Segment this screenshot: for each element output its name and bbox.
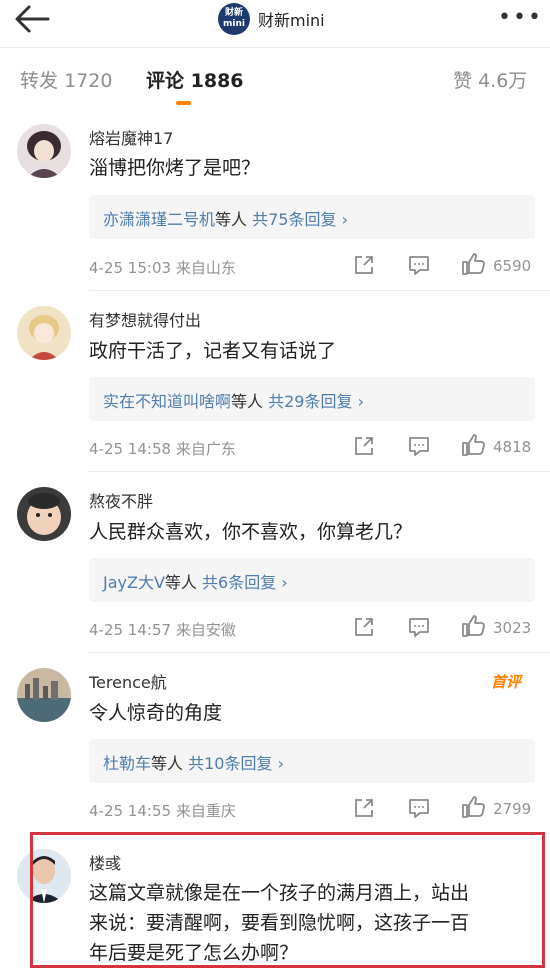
tab-likes-label: 赞 xyxy=(453,70,473,92)
reply-summary[interactable]: 实在不知道叫啥啊等人 共29条回复 › xyxy=(89,377,535,421)
reply-suffix: 等人 xyxy=(164,573,197,592)
comment-meta: 4-25 14:55 来自重庆 xyxy=(89,800,236,821)
tab-comments[interactable]: 评论 1886 xyxy=(146,66,244,93)
comment-time: 4-25 15:03 xyxy=(89,259,172,277)
comment-text: 淄博把你烤了是吧？ xyxy=(89,157,261,179)
like-count: 4818 xyxy=(493,438,532,456)
active-tab-indicator xyxy=(176,101,191,105)
reply-users[interactable]: 实在不知道叫啥啊 xyxy=(103,392,231,411)
reply-summary-text: JayZ大V等人 共6条回复 › xyxy=(103,569,288,593)
tab-repost[interactable]: 转发 1720 xyxy=(20,66,112,93)
reply-summary[interactable]: JayZ大V等人 共6条回复 › xyxy=(89,558,535,602)
comment-icon[interactable] xyxy=(408,798,430,818)
reply-summary[interactable]: 杜勒车等人 共10条回复 › xyxy=(89,739,535,783)
first-comment-badge: 首评 xyxy=(491,673,522,691)
share-icon[interactable] xyxy=(353,616,375,638)
reply-users[interactable]: 亦潇潇瑾二号机 xyxy=(103,210,215,229)
comment-icon[interactable] xyxy=(408,255,430,275)
tab-likes-count: 4.6万 xyxy=(478,70,528,92)
avatar[interactable] xyxy=(17,306,71,360)
comment-username[interactable]: 熬夜不胖 xyxy=(89,488,153,512)
like-count: 3023 xyxy=(493,619,532,637)
chevron-right-icon: › xyxy=(352,392,364,411)
back-arrow-icon[interactable] xyxy=(12,4,52,34)
tab-comments-label: 评论 xyxy=(146,70,185,92)
avatar[interactable] xyxy=(17,124,71,178)
comment-username[interactable]: 有梦想就得付出 xyxy=(89,307,201,331)
like-icon[interactable] xyxy=(461,615,485,637)
like-icon[interactable] xyxy=(461,434,485,456)
comment-username[interactable]: 熔岩魔神17 xyxy=(89,125,173,149)
app-logo-icon: 财新 mini xyxy=(218,3,250,35)
tab-comments-count: 1886 xyxy=(190,70,244,92)
highlight-box xyxy=(30,832,545,968)
app-title: 财新mini xyxy=(258,11,325,30)
comment-location: 来自广东 xyxy=(175,440,236,458)
like-count: 6590 xyxy=(493,257,532,275)
comment-text: 令人惊奇的角度 xyxy=(89,702,223,724)
reply-suffix: 等人 xyxy=(151,754,184,773)
avatar-cityscape-icon xyxy=(17,668,71,722)
reply-users[interactable]: 杜勒车 xyxy=(103,754,151,773)
comment-time: 4-25 14:55 xyxy=(89,802,172,820)
comment-time: 4-25 14:57 xyxy=(89,621,172,639)
avatar[interactable] xyxy=(17,487,71,541)
like-icon[interactable] xyxy=(461,253,485,275)
comment-divider xyxy=(89,471,550,472)
reply-users[interactable]: JayZ大V xyxy=(103,573,165,592)
reply-count[interactable]: 共6条回复 xyxy=(202,573,276,592)
comment-location: 来自安徽 xyxy=(175,621,236,639)
comment-username[interactable]: Terence航 xyxy=(89,669,167,693)
avatar-cartoon-icon xyxy=(17,306,71,360)
reply-count[interactable]: 共29条回复 xyxy=(268,392,352,411)
reply-summary-text: 杜勒车等人 共10条回复 › xyxy=(103,750,284,774)
comment-location: 来自山东 xyxy=(175,259,236,277)
share-icon[interactable] xyxy=(353,254,375,276)
reply-suffix: 等人 xyxy=(215,210,248,229)
reply-summary-text: 实在不知道叫啥啊等人 共29条回复 › xyxy=(103,388,364,412)
comment-icon[interactable] xyxy=(408,436,430,456)
comment-text: 人民群众喜欢，你不喜欢，你算老几？ xyxy=(89,521,413,543)
comment-meta: 4-25 14:57 来自安徽 xyxy=(89,619,236,640)
reply-summary-text: 亦潇潇瑾二号机等人 共75条回复 › xyxy=(103,206,348,230)
more-options-icon[interactable]: ••• xyxy=(498,5,543,30)
share-icon[interactable] xyxy=(353,435,375,457)
comment-divider xyxy=(89,652,550,653)
comment-meta: 4-25 15:03 来自山东 xyxy=(89,257,236,278)
avatar-baby-icon xyxy=(17,487,71,541)
avatar-anime-icon xyxy=(17,124,71,178)
chevron-right-icon: › xyxy=(276,573,288,592)
comment-meta: 4-25 14:58 来自广东 xyxy=(89,438,236,459)
top-bar: 财新 mini 财新mini ••• xyxy=(0,0,550,46)
comment-icon[interactable] xyxy=(408,617,430,637)
comment-location: 来自重庆 xyxy=(175,802,236,820)
reply-suffix: 等人 xyxy=(231,392,264,411)
like-count: 2799 xyxy=(493,800,532,818)
tab-likes[interactable]: 赞 4.6万 xyxy=(453,66,527,93)
share-icon[interactable] xyxy=(353,797,375,819)
tab-repost-label: 转发 xyxy=(20,70,59,92)
avatar[interactable] xyxy=(17,668,71,722)
like-icon[interactable] xyxy=(461,796,485,818)
comment-time: 4-25 14:58 xyxy=(89,440,172,458)
chevron-right-icon: › xyxy=(336,210,348,229)
chevron-right-icon: › xyxy=(272,754,284,773)
reply-count[interactable]: 共10条回复 xyxy=(188,754,272,773)
reply-count[interactable]: 共75条回复 xyxy=(252,210,336,229)
tab-repost-count: 1720 xyxy=(64,70,113,92)
comment-divider xyxy=(89,290,550,291)
logo-text: 财新 xyxy=(224,8,243,18)
reply-summary[interactable]: 亦潇潇瑾二号机等人 共75条回复 › xyxy=(89,195,535,239)
comment-text: 政府干活了，记者又有话说了 xyxy=(89,340,337,362)
header-divider xyxy=(0,47,550,48)
